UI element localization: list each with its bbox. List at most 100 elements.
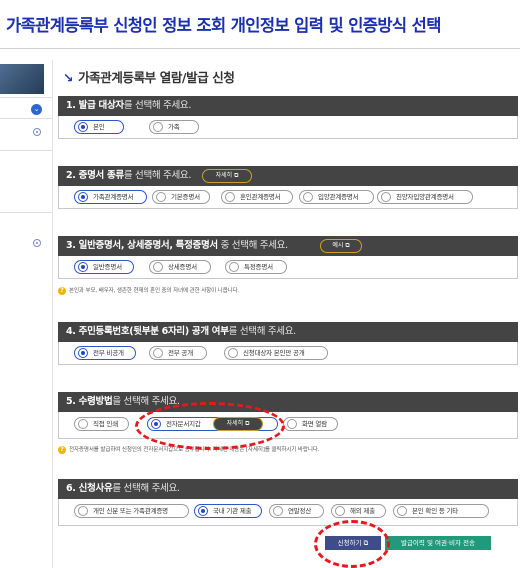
radio-general-cert[interactable] [78, 262, 88, 272]
option-general-cert-label: 일반증명서 [93, 263, 122, 271]
option-print-directly[interactable]: 직접 인쇄 [74, 417, 129, 431]
option-view-on-screen[interactable]: 화면 열람 [283, 417, 338, 431]
section-4-header: 4. 주민등록번호(뒷부분 6자리) 공개 여부를 선택해 주세요. [58, 322, 518, 342]
radio-view-on-screen[interactable] [287, 419, 297, 429]
option-specific-cert[interactable]: 특정증명서 [225, 260, 287, 274]
section-3-note: ? 본인과 부모, 배우자, 생존한 현재의 혼인 중의 자녀에 관한 사항이 나… [58, 286, 239, 295]
option-domestic-agency[interactable]: 국내 기관 제출 [194, 504, 262, 518]
option-full-adoption-cert-label: 친양자입양관계증명서 [396, 193, 454, 201]
section-5-title: 5. 수령방법 [66, 396, 113, 407]
option-year-end-tax[interactable]: 연말정산 [269, 504, 324, 518]
option-family-relation-cert[interactable]: 가족관계증명서 [74, 190, 147, 204]
title-divider [0, 48, 520, 49]
cert-level-example-button[interactable]: 예시 ⧉ [320, 239, 362, 253]
option-family-label: 가족 [168, 123, 180, 131]
radio-specific-cert[interactable] [229, 262, 239, 272]
option-applicant-only-public-label: 신청대상자 본인만 공개 [243, 349, 305, 357]
section-5-header: 5. 수령방법을 선택해 주세요. [58, 392, 518, 412]
option-applicant-only-public[interactable]: 신청대상자 본인만 공개 [224, 346, 328, 360]
section-2-instruction: 를 선택해 주세요. [123, 170, 192, 181]
option-detailed-cert-label: 상세증명서 [168, 263, 197, 271]
option-family-relation-cert-label: 가족관계증명서 [93, 193, 134, 201]
option-general-cert[interactable]: 일반증명서 [74, 260, 134, 274]
option-fully-private-label: 전부 비공개 [93, 349, 124, 357]
option-identity-check-etc[interactable]: 본인 확인 등 기타 [393, 504, 489, 518]
section-5-options: 직접 인쇄 전자문서지갑 자세히 ⧉ 화면 열람 [58, 412, 518, 439]
radio-marriage-cert[interactable] [225, 192, 235, 202]
radio-year-end-tax[interactable] [273, 506, 283, 516]
option-print-directly-label: 직접 인쇄 [93, 420, 118, 428]
section-4-instruction: 를 선택해 주세요. [228, 326, 297, 337]
radio-adoption-cert[interactable] [303, 192, 313, 202]
option-detailed-cert[interactable]: 상세증명서 [149, 260, 211, 274]
section-2-header: 2. 증명서 종류를 선택해 주세요. [58, 166, 518, 186]
option-adoption-cert[interactable]: 입양관계증명서 [299, 190, 374, 204]
section-2-title: 2. 증명서 종류 [66, 170, 124, 181]
sidebar-item-bullet-icon[interactable] [33, 128, 41, 136]
radio-detailed-cert[interactable] [153, 262, 163, 272]
issue-history-button[interactable]: 발급이력 및 여권·비자 전송 [385, 536, 491, 550]
radio-self[interactable] [78, 122, 88, 132]
option-basic-cert-label: 기본증명서 [171, 193, 200, 201]
section-3-options: 일반증명서 상세증명서 특정증명서 [58, 256, 518, 279]
option-view-on-screen-label: 화면 열람 [302, 420, 327, 428]
section-3-instruction: 중 선택해 주세요. [217, 240, 289, 251]
radio-fully-private[interactable] [78, 348, 88, 358]
section-1-options: 본인 가족 [58, 116, 518, 139]
radio-family[interactable] [153, 122, 163, 132]
option-marriage-cert[interactable]: 혼인관계증명서 [221, 190, 293, 204]
section-4-options: 전부 비공개 전부 공개 신청대상자 본인만 공개 [58, 342, 518, 365]
radio-domestic-agency[interactable] [198, 506, 208, 516]
sidebar-chevron-icon[interactable]: ⌄ [31, 104, 42, 115]
section-3-title: 3. 일반증명서, 상세증명서, 특정증명서 [66, 240, 218, 251]
radio-personal-identity[interactable] [78, 506, 88, 516]
section-1-instruction: 를 선택해 주세요. [123, 100, 192, 111]
section-heading: ↘ 가족관계등록부 열람/발급 신청 [63, 67, 235, 86]
sidebar-divider [0, 97, 52, 98]
sidebar-divider [0, 118, 52, 119]
sidebar-border [52, 60, 53, 568]
help-icon: ? [58, 286, 66, 295]
option-family[interactable]: 가족 [149, 120, 199, 134]
radio-fully-public[interactable] [153, 348, 163, 358]
option-year-end-tax-label: 연말정산 [288, 507, 312, 515]
option-identity-check-etc-label: 본인 확인 등 기타 [412, 507, 459, 515]
section-2-options: 가족관계증명서 기본증명서 혼인관계증명서 입양관계증명서 친양자입양관계증명서 [58, 186, 518, 209]
sidebar-item-bullet-icon[interactable] [33, 239, 41, 247]
section-1-title: 1. 발급 대상자 [66, 100, 124, 111]
page-title: 가족관계등록부 신청인 정보 조회 개인정보 입력 및 인증방식 선택 [6, 16, 441, 35]
option-fully-private[interactable]: 전부 비공개 [74, 346, 136, 360]
option-basic-cert[interactable]: 기본증명서 [152, 190, 210, 204]
section-4-title: 4. 주민등록번호(뒷부분 6자리) 공개 여부 [66, 326, 229, 337]
radio-applicant-only-public[interactable] [228, 348, 238, 358]
radio-family-relation-cert[interactable] [78, 192, 88, 202]
section-3-note-text: 본인과 부모, 배우자, 생존한 현재의 혼인 중의 자녀에 관한 사항이 나옵… [69, 288, 240, 294]
option-fully-public[interactable]: 전부 공개 [149, 346, 207, 360]
cert-type-details-button[interactable]: 자세히 ⧉ [202, 169, 252, 183]
section-6-title: 6. 신청사유 [66, 483, 113, 494]
option-domestic-agency-label: 국내 기관 제출 [213, 507, 252, 515]
radio-overseas[interactable] [335, 506, 345, 516]
highlight-ellipse-receipt-method [135, 402, 285, 450]
option-personal-identity[interactable]: 개인 신분 또는 가족관계증명 [74, 504, 189, 518]
option-adoption-cert-label: 입양관계증명서 [318, 193, 359, 201]
section-3-header: 3. 일반증명서, 상세증명서, 특정증명서 중 선택해 주세요. [58, 236, 518, 256]
help-icon: ? [58, 445, 66, 454]
radio-identity-check-etc[interactable] [397, 506, 407, 516]
option-specific-cert-label: 특정증명서 [244, 263, 273, 271]
heading-arrow-icon: ↘ [63, 70, 74, 85]
option-self-label: 본인 [93, 123, 105, 131]
section-6-options: 개인 신분 또는 가족관계증명 국내 기관 제출 연말정산 해외 제출 본인 확… [58, 499, 518, 526]
option-fully-public-label: 전부 공개 [168, 349, 193, 357]
sidebar-divider [0, 150, 52, 151]
radio-basic-cert[interactable] [156, 192, 166, 202]
radio-full-adoption-cert[interactable] [381, 192, 391, 202]
radio-print-directly[interactable] [78, 419, 88, 429]
option-self[interactable]: 본인 [74, 120, 124, 134]
option-full-adoption-cert[interactable]: 친양자입양관계증명서 [377, 190, 473, 204]
highlight-circle-apply-button [314, 520, 390, 568]
option-overseas[interactable]: 해외 제출 [331, 504, 386, 518]
option-overseas-label: 해외 제출 [350, 507, 375, 515]
section-1-header: 1. 발급 대상자를 선택해 주세요. [58, 96, 518, 116]
sidebar-banner-image [0, 64, 44, 94]
